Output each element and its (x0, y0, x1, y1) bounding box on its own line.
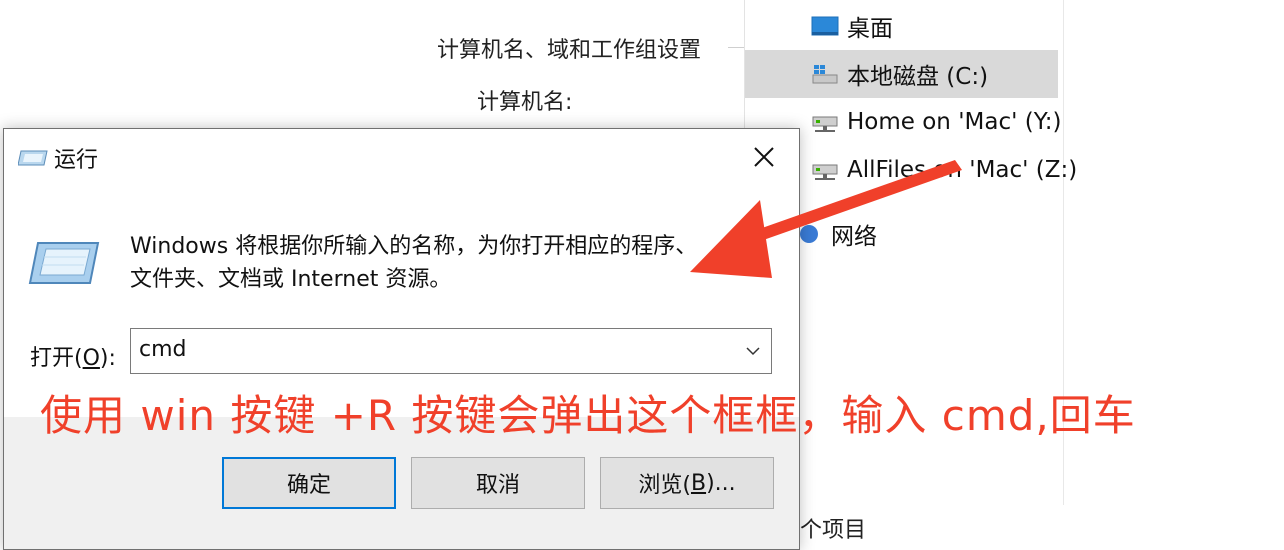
annotation-arrow (690, 160, 962, 278)
annotation-text: 使用 win 按键 +R 按键会弹出这个框框，输入 cmd,回车 (40, 391, 1136, 440)
